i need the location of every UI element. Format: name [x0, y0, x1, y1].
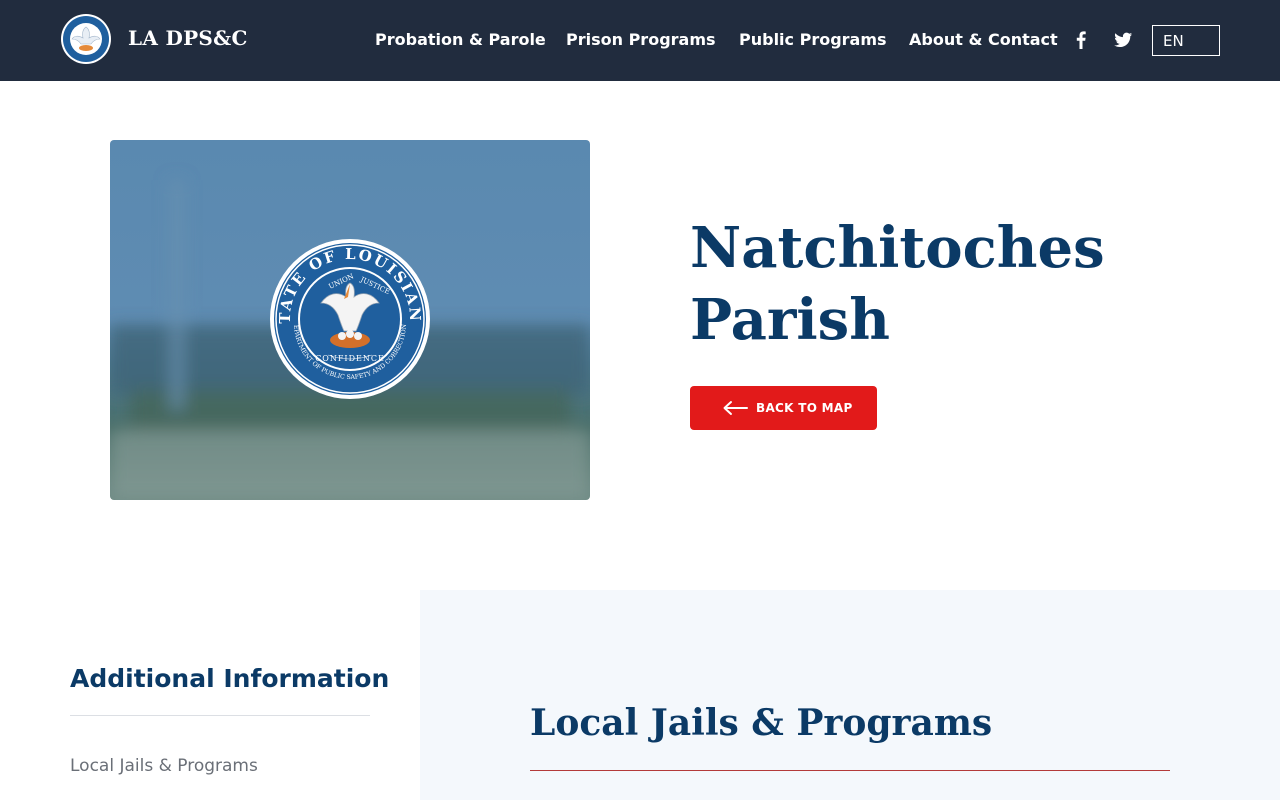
page-title-line2: Parish	[690, 287, 890, 353]
section-divider	[530, 770, 1170, 771]
site-title[interactable]: LA DPS&C	[128, 26, 248, 50]
svg-text:CONFIDENCE: CONFIDENCE	[315, 354, 385, 363]
parish-hero-image: STATE OF LOUISIANA DEPARTMENT OF PUBLIC …	[110, 140, 590, 500]
main-content-panel	[420, 590, 1280, 800]
arrow-left-icon	[723, 401, 748, 415]
page-title-line1: Natchitoches	[690, 215, 1105, 281]
twitter-icon[interactable]	[1112, 29, 1134, 51]
nav-prison-programs[interactable]: Prison Programs	[566, 30, 716, 49]
dpsc-seal-emblem: STATE OF LOUISIANA DEPARTMENT OF PUBLIC …	[268, 237, 430, 399]
section-title: Local Jails & Programs	[530, 702, 993, 744]
facebook-icon[interactable]	[1070, 29, 1092, 51]
back-to-map-button[interactable]: BACK TO MAP	[690, 386, 877, 430]
page-title: Natchitoches Parish	[690, 212, 1190, 356]
back-to-map-label: BACK TO MAP	[756, 401, 853, 415]
site-header: LA DPS&C Probation & Parole Prison Progr…	[0, 0, 1280, 81]
sidebar-title: Additional Information	[70, 664, 390, 693]
nav-about-contact[interactable]: About & Contact	[909, 30, 1058, 49]
sidebar-link-local-jails[interactable]: Local Jails & Programs	[70, 756, 258, 776]
louisiana-seal-logo[interactable]	[60, 13, 112, 65]
sidebar-divider	[70, 715, 370, 716]
language-selector[interactable]: EN	[1152, 25, 1220, 56]
nav-public-programs[interactable]: Public Programs	[739, 30, 887, 49]
nav-probation-parole[interactable]: Probation & Parole	[375, 30, 546, 49]
